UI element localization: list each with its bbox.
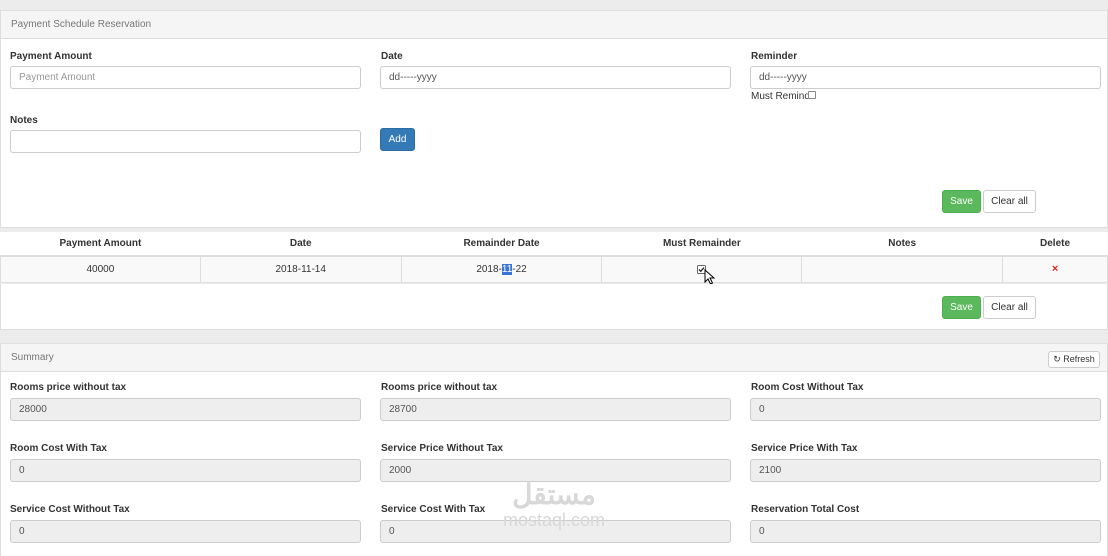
refresh-label: Refresh bbox=[1063, 354, 1095, 364]
reminder-label: Reminder bbox=[751, 51, 798, 62]
summary-heading: Summary bbox=[1, 344, 1107, 372]
must-remind-checkbox[interactable] bbox=[808, 91, 816, 99]
summary-field[interactable]: 0 bbox=[750, 520, 1101, 543]
summary-field[interactable]: 0 bbox=[750, 398, 1101, 421]
date-placeholder: dd-----yyyy bbox=[389, 72, 437, 83]
table-clear-all-button[interactable]: Clear all bbox=[983, 296, 1036, 319]
summary-label: Room Cost Without Tax bbox=[751, 382, 864, 393]
table-row: 40000 2018-11-14 2018-11-22 × bbox=[0, 255, 1108, 283]
summary-field[interactable]: 0 bbox=[10, 520, 361, 543]
date-label: Date bbox=[381, 51, 403, 62]
summary-label: Rooms price without tax bbox=[381, 382, 498, 393]
reminder-input[interactable]: dd-----yyyy bbox=[750, 66, 1101, 89]
summary-field[interactable]: 0 bbox=[10, 459, 361, 482]
cell-delete: × bbox=[1002, 255, 1108, 283]
summary-field[interactable]: 28700 bbox=[380, 398, 731, 421]
must-remind-label: Must Remind bbox=[751, 91, 810, 102]
payment-amount-label: Payment Amount bbox=[10, 51, 92, 62]
table-header-row: Payment Amount Date Remainder Date Must … bbox=[0, 232, 1108, 257]
header-notes: Notes bbox=[801, 232, 1003, 257]
clear-all-button[interactable]: Clear all bbox=[983, 190, 1036, 213]
cell-payment-amount: 40000 bbox=[0, 255, 201, 283]
summary-label: Service Price Without Tax bbox=[381, 443, 503, 454]
summary-label: Room Cost With Tax bbox=[10, 443, 107, 454]
notes-label: Notes bbox=[10, 115, 38, 126]
watermark-latin: mostaql.com bbox=[502, 510, 606, 530]
summary-field[interactable]: 28000 bbox=[10, 398, 361, 421]
header-delete: Delete bbox=[1002, 232, 1108, 257]
panel-heading: Payment Schedule Reservation bbox=[1, 11, 1107, 39]
cell-date: 2018-11-14 bbox=[199, 255, 402, 283]
header-must-remainder: Must Remainder bbox=[601, 232, 802, 257]
add-button[interactable]: Add bbox=[380, 128, 415, 151]
reminder-placeholder: dd-----yyyy bbox=[759, 72, 807, 83]
summary-label: Rooms price without tax bbox=[10, 382, 127, 393]
cell-notes bbox=[801, 255, 1004, 283]
remainder-date-selected: 11 bbox=[501, 263, 513, 275]
summary-label: Reservation Total Cost bbox=[751, 504, 860, 515]
payment-amount-input[interactable]: Payment Amount bbox=[10, 66, 361, 89]
watermark-logo: مستقل mostaql.com bbox=[484, 479, 624, 531]
save-button[interactable]: Save bbox=[942, 190, 981, 213]
panel-title: Payment Schedule Reservation bbox=[11, 19, 152, 30]
notes-input[interactable] bbox=[10, 130, 361, 153]
header-date: Date bbox=[200, 232, 402, 257]
mouse-cursor-icon bbox=[704, 269, 716, 285]
payment-table: Payment Amount Date Remainder Date Must … bbox=[0, 232, 1108, 283]
remainder-date-part: 2018- bbox=[476, 263, 502, 275]
cell-remainder-date: 2018-11-22 bbox=[400, 255, 603, 283]
watermark-arabic: مستقل bbox=[512, 479, 596, 510]
cell-must-remainder bbox=[601, 255, 803, 283]
payment-amount-placeholder: Payment Amount bbox=[19, 72, 96, 83]
header-payment-amount: Payment Amount bbox=[0, 232, 201, 257]
summary-label: Service Cost Without Tax bbox=[10, 504, 130, 515]
header-remainder-date: Remainder Date bbox=[401, 232, 602, 257]
delete-icon[interactable]: × bbox=[1052, 263, 1058, 275]
date-input[interactable]: dd-----yyyy bbox=[380, 66, 731, 89]
summary-title: Summary bbox=[11, 352, 54, 363]
table-save-button[interactable]: Save bbox=[942, 296, 981, 319]
summary-label: Service Price With Tax bbox=[751, 443, 858, 454]
refresh-icon: ↻ bbox=[1053, 354, 1061, 364]
summary-label: Service Cost With Tax bbox=[381, 504, 486, 515]
remainder-date-part: -22 bbox=[512, 263, 527, 275]
summary-field[interactable]: 2100 bbox=[750, 459, 1101, 482]
refresh-button[interactable]: ↻ Refresh bbox=[1048, 351, 1100, 368]
